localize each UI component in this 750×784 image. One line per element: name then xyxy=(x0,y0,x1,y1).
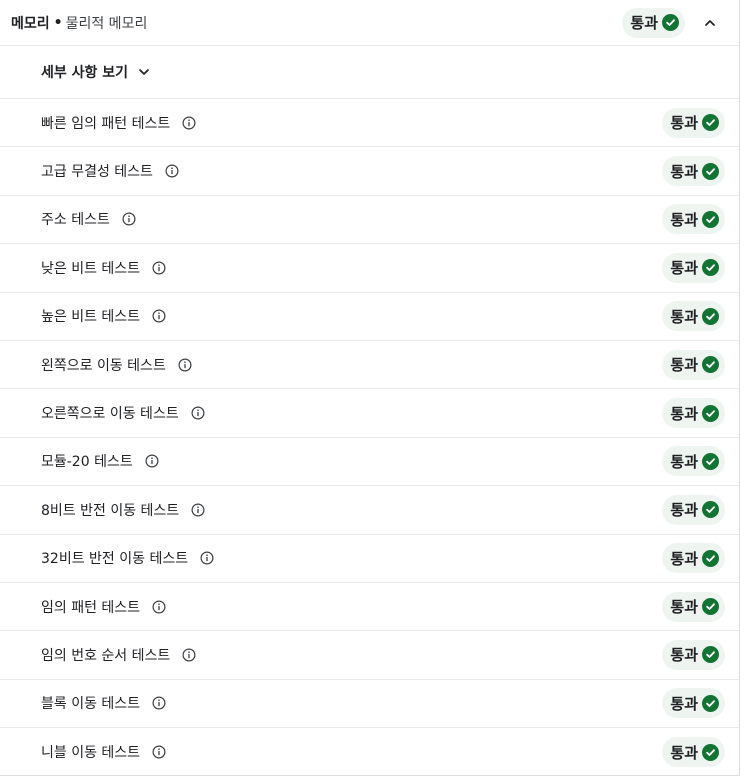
status-label: 통과 xyxy=(670,114,698,133)
info-icon[interactable] xyxy=(152,745,166,759)
info-icon[interactable] xyxy=(122,212,136,226)
status-label: 통과 xyxy=(670,452,698,471)
info-icon[interactable] xyxy=(182,116,196,130)
test-row: 임의 번호 순서 테스트 통과 xyxy=(0,631,739,680)
memory-test-panel: 메모리 • 물리적 메모리 통과 세부 사항 보기 빠른 임의 패턴 테스트 통과… xyxy=(0,0,740,776)
test-row: 니블 이동 테스트 통과 xyxy=(0,728,739,776)
info-icon[interactable] xyxy=(165,164,179,178)
status-label: 통과 xyxy=(670,694,698,713)
check-circle-icon xyxy=(702,694,719,712)
test-row: 오른쪽으로 이동 테스트 통과 xyxy=(0,389,739,438)
test-name: 모듈-20 테스트 xyxy=(41,454,133,471)
status-label: 통과 xyxy=(670,646,698,665)
title-separator: • xyxy=(53,14,63,31)
chevron-down-icon xyxy=(138,66,150,78)
test-row: 임의 패턴 테스트 통과 xyxy=(0,583,739,632)
status-label: 통과 xyxy=(670,404,698,423)
test-status-badge: 통과 xyxy=(662,204,725,235)
test-row: 모듈-20 테스트 통과 xyxy=(0,438,739,487)
check-circle-icon xyxy=(702,210,719,228)
test-name: 블록 이동 테스트 xyxy=(41,696,141,713)
test-name: 고급 무결성 테스트 xyxy=(41,164,153,181)
status-label: 통과 xyxy=(670,210,698,229)
test-status-badge: 통과 xyxy=(662,446,725,477)
check-circle-icon xyxy=(702,404,719,422)
info-icon[interactable] xyxy=(145,454,159,468)
test-row: 주소 테스트 통과 xyxy=(0,196,739,245)
test-status-badge: 통과 xyxy=(662,688,725,719)
test-status-badge: 통과 xyxy=(662,156,725,187)
test-row: 32비트 반전 이동 테스트 통과 xyxy=(0,535,739,583)
test-row: 고급 무결성 테스트 통과 xyxy=(0,147,739,196)
status-label: 통과 xyxy=(670,162,698,181)
status-label: 통과 xyxy=(670,356,698,375)
check-circle-icon xyxy=(702,114,719,132)
test-name: 낮은 비트 테스트 xyxy=(41,260,141,277)
test-name: 오른쪽으로 이동 테스트 xyxy=(41,406,179,423)
view-details-toggle[interactable]: 세부 사항 보기 xyxy=(0,46,739,99)
info-icon[interactable] xyxy=(152,309,166,323)
status-label: 통과 xyxy=(670,598,698,617)
status-label: 통과 xyxy=(670,307,698,326)
test-name: 니블 이동 테스트 xyxy=(41,745,141,762)
info-icon[interactable] xyxy=(152,600,166,614)
test-name: 주소 테스트 xyxy=(41,212,110,229)
test-status-badge: 통과 xyxy=(662,349,725,380)
test-name: 빠른 임의 패턴 테스트 xyxy=(41,115,171,132)
info-icon[interactable] xyxy=(191,503,205,517)
test-status-badge: 통과 xyxy=(662,301,725,332)
test-row: 낮은 비트 테스트 통과 xyxy=(0,244,739,293)
collapse-button[interactable] xyxy=(695,8,725,38)
check-circle-icon xyxy=(702,646,719,664)
info-icon[interactable] xyxy=(191,406,205,420)
check-circle-icon xyxy=(702,259,719,277)
test-status-badge: 통과 xyxy=(662,252,725,283)
test-name: 8비트 반전 이동 테스트 xyxy=(41,502,180,519)
test-name: 임의 번호 순서 테스트 xyxy=(41,647,171,664)
test-name: 왼쪽으로 이동 테스트 xyxy=(41,357,166,374)
check-circle-icon xyxy=(702,501,719,519)
test-status-badge: 통과 xyxy=(662,543,725,574)
section-subtitle: 물리적 메모리 xyxy=(65,15,148,32)
status-label: 통과 xyxy=(670,501,698,520)
panel-header[interactable]: 메모리 • 물리적 메모리 통과 xyxy=(0,0,739,46)
status-label: 통과 xyxy=(670,259,698,278)
info-icon[interactable] xyxy=(152,261,166,275)
test-status-badge: 통과 xyxy=(662,737,725,768)
chevron-up-icon xyxy=(705,19,715,26)
test-row: 8비트 반전 이동 테스트 통과 xyxy=(0,486,739,535)
info-icon[interactable] xyxy=(178,358,192,372)
info-icon[interactable] xyxy=(152,696,166,710)
test-list: 빠른 임의 패턴 테스트 통과 고급 무결성 테스트 통과 주소 테스트 통과 낮은 비트 … xyxy=(0,99,739,776)
check-circle-icon xyxy=(702,549,719,567)
check-circle-icon xyxy=(702,307,719,325)
info-icon[interactable] xyxy=(200,551,214,565)
test-name: 높은 비트 테스트 xyxy=(41,309,141,326)
status-label: 통과 xyxy=(670,549,698,568)
test-row: 왼쪽으로 이동 테스트 통과 xyxy=(0,341,739,390)
check-circle-icon xyxy=(702,162,719,180)
test-status-badge: 통과 xyxy=(662,494,725,525)
test-row: 빠른 임의 패턴 테스트 통과 xyxy=(0,99,739,148)
status-label: 통과 xyxy=(630,14,658,32)
check-circle-icon xyxy=(702,356,719,374)
test-status-badge: 통과 xyxy=(662,398,725,429)
check-circle-icon xyxy=(702,452,719,470)
status-label: 통과 xyxy=(670,743,698,762)
test-name: 임의 패턴 테스트 xyxy=(41,599,141,616)
test-name: 32비트 반전 이동 테스트 xyxy=(41,551,189,568)
check-circle-icon xyxy=(702,743,719,761)
section-title: 메모리 xyxy=(11,15,50,32)
test-status-badge: 통과 xyxy=(662,107,725,138)
overall-status-badge: 통과 xyxy=(622,7,685,38)
test-status-badge: 통과 xyxy=(662,639,725,670)
test-row: 높은 비트 테스트 통과 xyxy=(0,293,739,341)
view-details-label: 세부 사항 보기 xyxy=(41,65,129,81)
test-status-badge: 통과 xyxy=(662,591,725,622)
check-circle-icon xyxy=(662,14,679,31)
check-circle-icon xyxy=(702,598,719,616)
info-icon[interactable] xyxy=(182,648,196,662)
test-row: 블록 이동 테스트 통과 xyxy=(0,680,739,729)
